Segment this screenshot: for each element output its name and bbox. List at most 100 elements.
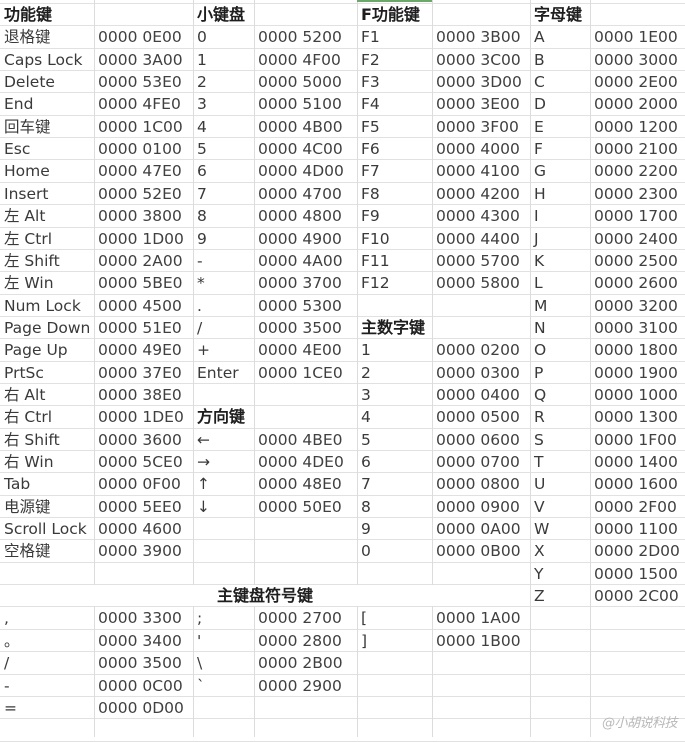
- key-name-cell[interactable]: L: [530, 272, 590, 294]
- scan-code-cell[interactable]: 0000 4DE0: [254, 451, 357, 473]
- scan-code-cell[interactable]: 0000 2E00: [590, 71, 685, 93]
- key-name-cell[interactable]: D: [530, 93, 590, 115]
- key-name-cell[interactable]: 0: [193, 26, 254, 48]
- key-name-cell[interactable]: Scroll Lock: [0, 518, 94, 540]
- scan-code-cell[interactable]: 0000 4200: [432, 183, 530, 205]
- scan-code-cell[interactable]: 0000 2D00: [590, 540, 685, 562]
- key-name-cell[interactable]: Delete: [0, 71, 94, 93]
- scan-code-cell[interactable]: 0000 2300: [590, 183, 685, 205]
- key-name-cell[interactable]: 右 Ctrl: [0, 406, 94, 428]
- scan-code-cell[interactable]: 0000 1A00: [432, 607, 530, 629]
- key-name-cell[interactable]: 左 Ctrl: [0, 228, 94, 250]
- key-name-cell[interactable]: Y: [530, 563, 590, 585]
- key-name-cell[interactable]: Insert: [0, 183, 94, 205]
- scan-code-cell[interactable]: 0000 5EE0: [94, 496, 193, 518]
- key-name-cell[interactable]: A: [530, 26, 590, 48]
- key-name-cell[interactable]: H: [530, 183, 590, 205]
- key-name-cell[interactable]: 左 Shift: [0, 250, 94, 272]
- key-name-cell[interactable]: 5: [193, 138, 254, 160]
- scan-code-cell[interactable]: 0000 4400: [432, 228, 530, 250]
- scan-code-cell[interactable]: 0000 1E00: [590, 26, 685, 48]
- scan-code-cell[interactable]: 0000 3300: [94, 607, 193, 629]
- scan-code-cell[interactable]: 0000 4100: [432, 160, 530, 182]
- scan-code-cell[interactable]: 0000 2500: [590, 250, 685, 272]
- scan-code-cell[interactable]: 0000 3400: [94, 630, 193, 652]
- key-name-cell[interactable]: 8: [357, 496, 432, 518]
- key-name-cell[interactable]: [: [357, 607, 432, 629]
- key-name-cell[interactable]: +: [193, 339, 254, 361]
- key-name-cell[interactable]: Page Down: [0, 317, 94, 339]
- scan-code-cell[interactable]: 0000 4BE0: [254, 429, 357, 451]
- key-name-cell[interactable]: -: [193, 250, 254, 272]
- scan-code-cell[interactable]: 0000 3000: [590, 49, 685, 71]
- section-title-arrow-keys[interactable]: 方向键: [193, 406, 254, 428]
- scan-code-cell[interactable]: 0000 1100: [590, 518, 685, 540]
- scan-code-cell[interactable]: 0000 0E00: [94, 26, 193, 48]
- key-name-cell[interactable]: 3: [357, 384, 432, 406]
- scan-code-cell[interactable]: 0000 1000: [590, 384, 685, 406]
- scan-code-cell[interactable]: 0000 2800: [254, 630, 357, 652]
- scan-code-cell[interactable]: 0000 4F00: [254, 49, 357, 71]
- key-name-cell[interactable]: 3: [193, 93, 254, 115]
- key-name-cell[interactable]: ←: [193, 429, 254, 451]
- scan-code-cell[interactable]: 0000 3E00: [432, 93, 530, 115]
- scan-code-cell[interactable]: 0000 50E0: [254, 496, 357, 518]
- key-name-cell[interactable]: 6: [193, 160, 254, 182]
- key-name-cell[interactable]: F10: [357, 228, 432, 250]
- key-name-cell[interactable]: 1: [357, 339, 432, 361]
- scan-code-cell[interactable]: 0000 0300: [432, 362, 530, 384]
- scan-code-cell[interactable]: 0000 4300: [432, 205, 530, 227]
- section-title-symbol-keys[interactable]: 主键盘符号键: [0, 585, 530, 607]
- key-name-cell[interactable]: Num Lock: [0, 295, 94, 317]
- scan-code-cell[interactable]: 0000 0F00: [94, 473, 193, 495]
- section-title-numpad[interactable]: 小键盘: [193, 4, 254, 26]
- key-name-cell[interactable]: ]: [357, 630, 432, 652]
- scan-code-cell[interactable]: 0000 48E0: [254, 473, 357, 495]
- key-name-cell[interactable]: 右 Alt: [0, 384, 94, 406]
- key-name-cell[interactable]: Enter: [193, 362, 254, 384]
- scan-code-cell[interactable]: 0000 1CE0: [254, 362, 357, 384]
- scan-code-cell[interactable]: 0000 4600: [94, 518, 193, 540]
- key-name-cell[interactable]: F: [530, 138, 590, 160]
- key-name-cell[interactable]: 2: [193, 71, 254, 93]
- section-title-letter-keys[interactable]: 字母键: [530, 4, 590, 26]
- key-name-cell[interactable]: 9: [193, 228, 254, 250]
- scan-code-cell[interactable]: 0000 2F00: [590, 496, 685, 518]
- key-name-cell[interactable]: 右 Shift: [0, 429, 94, 451]
- key-name-cell[interactable]: R: [530, 406, 590, 428]
- scan-code-cell[interactable]: 0000 1900: [590, 362, 685, 384]
- scan-code-cell[interactable]: 0000 1700: [590, 205, 685, 227]
- scan-code-cell[interactable]: 0000 3A00: [94, 49, 193, 71]
- key-name-cell[interactable]: 0: [357, 540, 432, 562]
- scan-code-cell[interactable]: 0000 4B00: [254, 116, 357, 138]
- scan-code-cell[interactable]: 0000 5200: [254, 26, 357, 48]
- key-name-cell[interactable]: F9: [357, 205, 432, 227]
- key-name-cell[interactable]: 7: [357, 473, 432, 495]
- key-name-cell[interactable]: ↓: [193, 496, 254, 518]
- key-name-cell[interactable]: ;: [193, 607, 254, 629]
- scan-code-cell[interactable]: 0000 1300: [590, 406, 685, 428]
- scan-code-cell[interactable]: 0000 2A00: [94, 250, 193, 272]
- key-name-cell[interactable]: F6: [357, 138, 432, 160]
- scan-code-cell[interactable]: 0000 51E0: [94, 317, 193, 339]
- key-name-cell[interactable]: X: [530, 540, 590, 562]
- scan-code-cell[interactable]: 0000 1C00: [94, 116, 193, 138]
- key-name-cell[interactable]: V: [530, 496, 590, 518]
- key-name-cell[interactable]: Esc: [0, 138, 94, 160]
- scan-code-cell[interactable]: 0000 4C00: [254, 138, 357, 160]
- key-name-cell[interactable]: 9: [357, 518, 432, 540]
- scan-code-cell[interactable]: 0000 1600: [590, 473, 685, 495]
- key-name-cell[interactable]: Home: [0, 160, 94, 182]
- key-name-cell[interactable]: Z: [530, 585, 590, 607]
- scan-code-cell[interactable]: 0000 0200: [432, 339, 530, 361]
- scan-code-cell[interactable]: 0000 0600: [432, 429, 530, 451]
- key-name-cell[interactable]: 5: [357, 429, 432, 451]
- scan-code-cell[interactable]: 0000 4FE0: [94, 93, 193, 115]
- key-name-cell[interactable]: \: [193, 652, 254, 674]
- scan-code-cell[interactable]: 0000 1200: [590, 116, 685, 138]
- scan-code-cell[interactable]: 0000 2B00: [254, 652, 357, 674]
- key-name-cell[interactable]: 空格键: [0, 540, 94, 562]
- key-name-cell[interactable]: F1: [357, 26, 432, 48]
- key-name-cell[interactable]: F5: [357, 116, 432, 138]
- key-name-cell[interactable]: ↑: [193, 473, 254, 495]
